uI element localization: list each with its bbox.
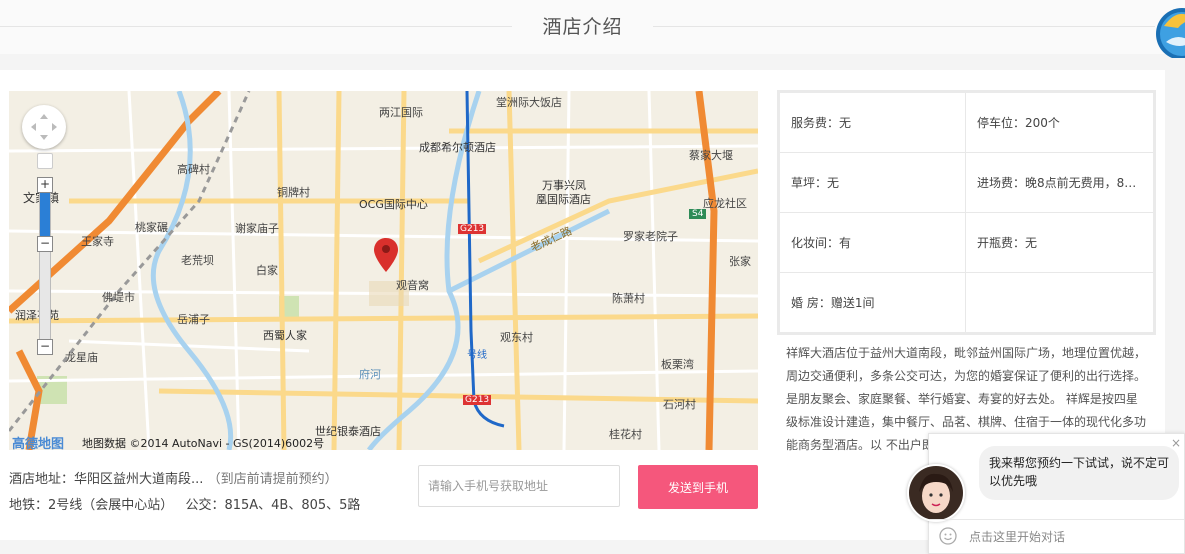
- map-label: 西蜀人家: [263, 329, 307, 342]
- map-label: 板栗湾: [661, 358, 694, 371]
- table-cell: 化妆间：有: [778, 212, 966, 273]
- chat-message: 我来帮您预约一下试试，说不定可以优先哦: [979, 446, 1179, 500]
- map-label: 润泽花苑: [15, 309, 59, 322]
- map[interactable]: 两江国际 堂洲际大饭店 成都希尔顿酒店 高碑村 铜牌村 万事兴凤 凰国际酒店 蔡…: [9, 91, 758, 450]
- map-label: 王家寺: [81, 235, 114, 248]
- table-row: 服务费：无 停车位：200个: [778, 91, 1155, 153]
- section-title: 酒店介绍: [542, 16, 623, 38]
- avatar: [907, 464, 965, 522]
- map-label: 蔡家大堰: [689, 149, 733, 162]
- map-copyright: 地图数据 ©2014 AutoNavi - GS(2014)6002号: [82, 437, 325, 450]
- map-label: 桂花村: [609, 428, 642, 441]
- metro-label: 地铁：: [9, 498, 49, 513]
- table-cell: 服务费：无: [778, 91, 966, 153]
- map-label: 张家: [729, 255, 751, 268]
- zoom-out-button[interactable]: −: [37, 236, 53, 252]
- zoom-slider[interactable]: [39, 179, 51, 353]
- map-label: 谢家庙子: [235, 222, 279, 235]
- section-header: 酒店介绍: [0, 0, 1185, 54]
- map-label: 观东村: [500, 331, 533, 344]
- map-label: 两江国际: [379, 106, 423, 119]
- info-table: 服务费：无 停车位：200个 草坪：无 进场费：晚8点前无费用，8点后收费 化妆…: [777, 90, 1156, 335]
- phone-input[interactable]: [418, 465, 620, 507]
- table-row: 化妆间：有 开瓶费：无: [778, 212, 1155, 273]
- transit-line: 地铁：2号线（会展中心站） 公交：815A、4B、805、5路: [9, 494, 360, 513]
- road-shield: G213: [463, 395, 492, 405]
- map-label: 岳浦子: [177, 313, 210, 326]
- table-row: 婚 房：赠送1间: [778, 272, 1155, 334]
- chat-widget[interactable]: × 我来帮您预约一下试试，说不定可以优先哦: [907, 433, 1185, 554]
- table-cell: 开瓶费：无: [965, 212, 1155, 273]
- map-label: 堂洲际大饭店: [496, 96, 562, 109]
- map-label: 龙星庙: [65, 351, 98, 364]
- table-row: 草坪：无 进场费：晚8点前无费用，8点后收费: [778, 152, 1155, 213]
- address-line: 酒店地址：华阳区益州大道南段... （到店前请提前预约）: [9, 468, 338, 487]
- table-cell: 停车位：200个: [965, 91, 1155, 153]
- road-shield: S4: [689, 209, 707, 219]
- map-label: 铜牌村: [277, 186, 310, 199]
- map-label: 凰国际酒店: [536, 193, 591, 206]
- map-label: 白家: [256, 264, 278, 277]
- metro-value: 2号线（会展中心站）: [48, 498, 174, 513]
- map-label: 陈萧村: [612, 292, 645, 305]
- map-locate-button[interactable]: [37, 153, 53, 169]
- address-prefix: 酒店地址：: [9, 472, 75, 487]
- zoom-min-button[interactable]: −: [37, 339, 53, 355]
- map-label: 罗家老院子: [623, 230, 678, 243]
- table-cell: 草坪：无: [778, 152, 966, 213]
- map-label: 世纪银泰酒店: [315, 425, 381, 438]
- address-value: 华阳区益州大道南段...: [74, 472, 204, 487]
- map-label: 观音窝: [396, 279, 429, 292]
- chat-input[interactable]: [967, 520, 1171, 553]
- close-icon[interactable]: ×: [1171, 436, 1181, 450]
- map-label: 成都希尔顿酒店: [419, 141, 496, 154]
- map-label: 号线: [467, 350, 487, 361]
- map-label: 桃家碾: [135, 221, 168, 234]
- map-label: 老荒坝: [181, 254, 214, 267]
- zoom-in-button[interactable]: +: [37, 177, 53, 193]
- bird-mascot-icon: [1156, 8, 1185, 58]
- map-label: 高碑村: [177, 163, 210, 176]
- table-cell: 进场费：晚8点前无费用，8点后收费: [965, 152, 1155, 213]
- table-cell: [965, 272, 1155, 334]
- send-to-phone-button[interactable]: 发送到手机: [638, 465, 758, 509]
- map-label: 应龙社区: [703, 197, 747, 210]
- chat-input-row: [929, 519, 1184, 553]
- map-pan-control[interactable]: [22, 105, 66, 149]
- agent-avatar-icon: [909, 466, 963, 520]
- bus-label: 公交：: [185, 498, 225, 513]
- location-pin-icon[interactable]: [374, 238, 398, 274]
- map-label: 石河村: [663, 398, 696, 411]
- compass-arrows-icon: [31, 114, 57, 140]
- map-label: 佛堤市: [102, 291, 135, 304]
- road-shield: G213: [458, 224, 487, 234]
- emoji-icon[interactable]: [939, 527, 957, 545]
- bus-value: 815A、4B、805、5路: [224, 498, 361, 513]
- map-label: OCG国际中心: [359, 198, 428, 211]
- map-label: 府河: [359, 368, 381, 381]
- table-cell: 婚 房：赠送1间: [778, 272, 966, 334]
- address-note: （到店前请提前预约）: [207, 472, 338, 487]
- gaode-logo[interactable]: 高德地图: [12, 433, 64, 450]
